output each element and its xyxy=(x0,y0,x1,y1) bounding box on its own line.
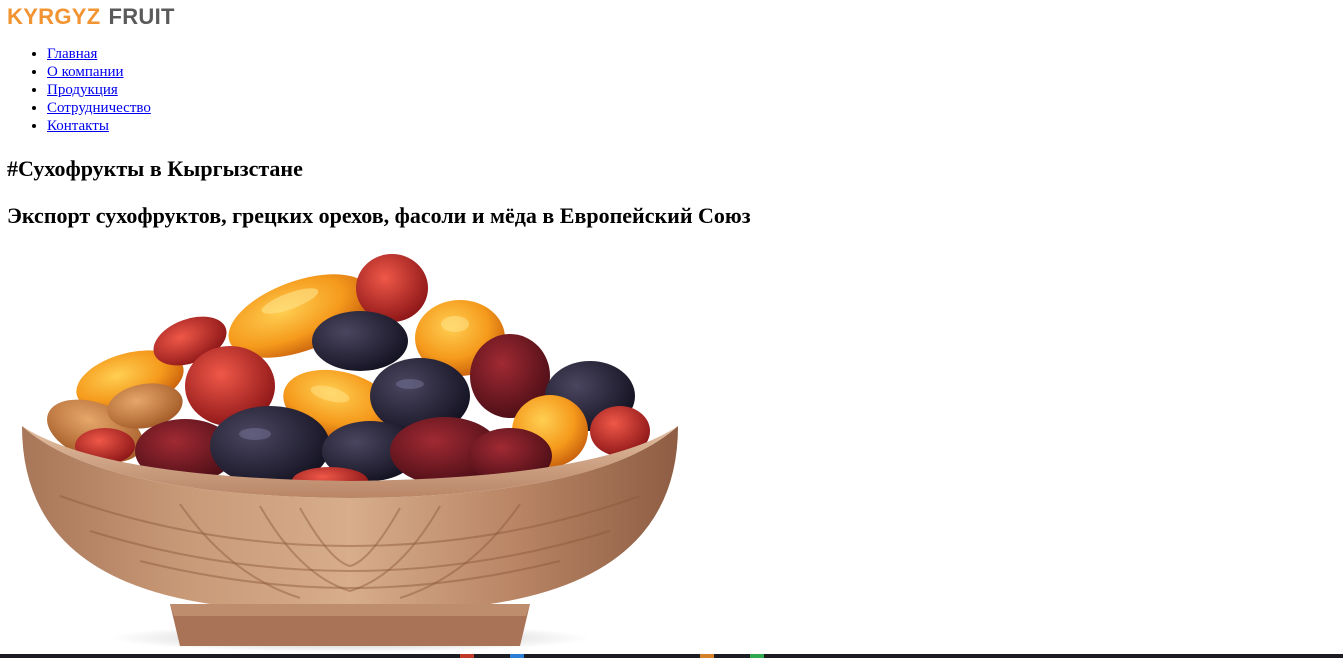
nav-item-home: Главная xyxy=(47,45,151,63)
nav-link-cooperation[interactable]: Сотрудничество xyxy=(47,100,151,116)
logo-part-kyrgyz: KYRGYZ xyxy=(7,4,101,29)
nav-link-about[interactable]: О компании xyxy=(47,64,124,80)
hero-image-dried-fruit-bowl xyxy=(22,254,678,652)
nav-link-home[interactable]: Главная xyxy=(47,46,97,62)
taskbar-strip xyxy=(0,654,1343,658)
nav-link-products[interactable]: Продукция xyxy=(47,82,118,98)
main-nav: Главная О компании Продукция Сотрудничес… xyxy=(0,45,151,135)
nav-item-products: Продукция xyxy=(47,81,151,99)
taskbar-app-icon[interactable] xyxy=(510,654,524,658)
nav-link-contacts[interactable]: Контакты xyxy=(47,118,109,134)
page-heading: #Сухофрукты в Кыргызстане xyxy=(7,156,303,181)
taskbar-app-icon[interactable] xyxy=(460,654,474,658)
page-subheading: Экспорт сухофруктов, грецких орехов, фас… xyxy=(7,203,751,228)
site-logo[interactable]: KYRGYZ FRUIT xyxy=(7,4,175,30)
logo-part-fruit: FRUIT xyxy=(108,4,175,29)
taskbar-app-icon[interactable] xyxy=(750,654,764,658)
nav-item-about: О компании xyxy=(47,63,151,81)
taskbar-app-icon[interactable] xyxy=(700,654,714,658)
nav-item-contacts: Контакты xyxy=(47,117,151,135)
nav-item-cooperation: Сотрудничество xyxy=(47,99,151,117)
